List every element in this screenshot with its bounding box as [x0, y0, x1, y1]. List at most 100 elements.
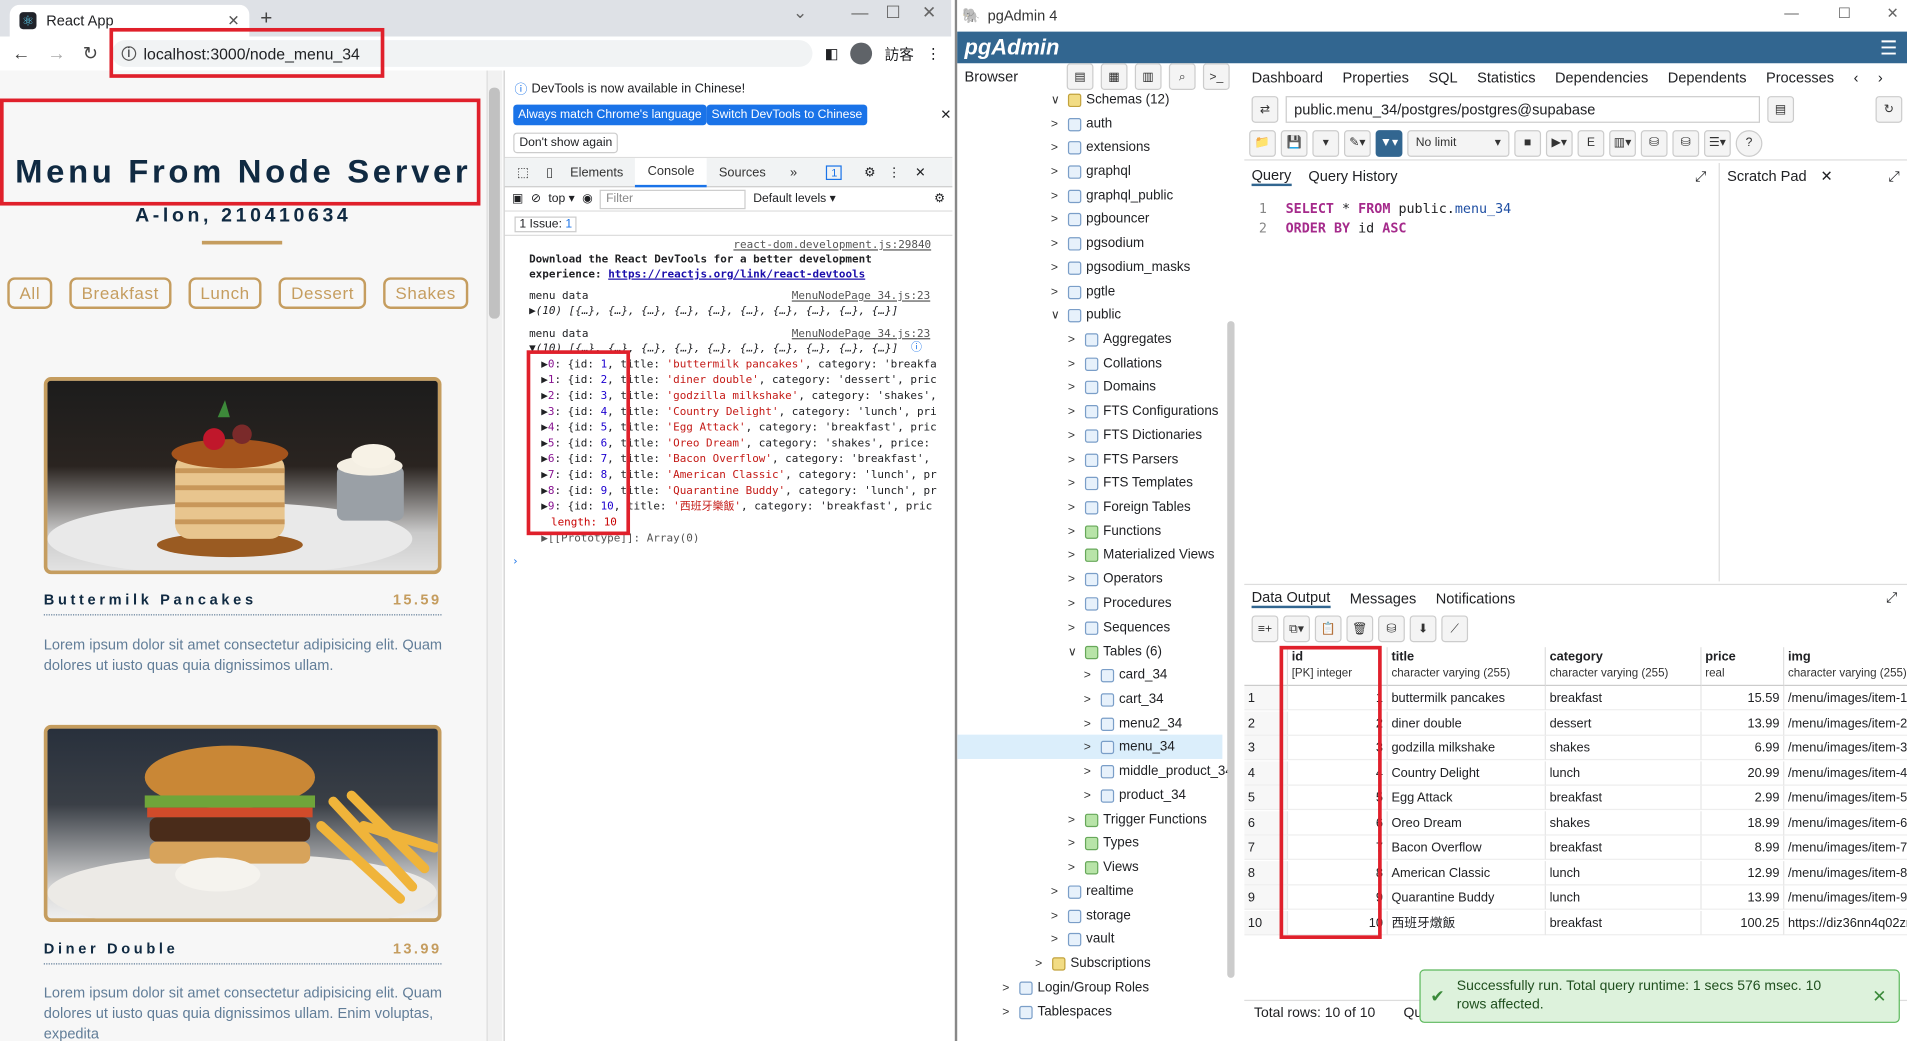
tree-node[interactable]: > menu2_34: [1084, 713, 1183, 735]
page-scroll-thumb[interactable]: [488, 87, 500, 319]
paste-icon[interactable]: 📋: [1314, 615, 1342, 643]
console-prompt[interactable]: ›: [512, 555, 519, 571]
grid-cell[interactable]: /menu/images/item-4.: [1784, 761, 1907, 786]
tab-query-history[interactable]: Query History: [1308, 168, 1397, 185]
tree-node[interactable]: > Materialized Views: [1068, 544, 1215, 566]
console-array-row[interactable]: ▶1: {id: 2, title: 'diner double', categ…: [541, 373, 936, 389]
commit-icon[interactable]: ⛁: [1640, 129, 1668, 157]
chevron-right-icon[interactable]: >: [1035, 957, 1047, 970]
tree-node[interactable]: > Views: [1068, 856, 1139, 878]
tree-node[interactable]: > storage: [1051, 905, 1131, 927]
tree-node[interactable]: > extensions: [1051, 136, 1150, 158]
grid-cell[interactable]: 18.99: [1701, 810, 1785, 835]
chevron-right-icon[interactable]: >: [1068, 380, 1080, 393]
filter-icon[interactable]: ▼▾: [1375, 129, 1403, 157]
tree-node[interactable]: > cart_34: [1084, 688, 1164, 710]
expand-icon[interactable]: ⤢: [1888, 168, 1900, 186]
console-array-row[interactable]: ▶5: {id: 6, title: 'Oreo Dream', categor…: [541, 437, 930, 453]
tab-notifications[interactable]: Notifications: [1436, 589, 1516, 606]
help-icon[interactable]: ?: [1735, 129, 1763, 157]
explain-icon[interactable]: E: [1577, 129, 1605, 157]
chevron-right-icon[interactable]: >: [1068, 476, 1080, 489]
grid-cell[interactable]: lunch: [1545, 885, 1702, 910]
copy-icon[interactable]: ⧉▾: [1283, 615, 1310, 643]
db-icon[interactable]: ▤: [1066, 63, 1094, 91]
console-settings-icon[interactable]: ⚙: [934, 192, 945, 205]
issues-badge[interactable]: 1: [826, 164, 843, 180]
tree-node[interactable]: ∨ Tables (6): [1068, 641, 1162, 663]
filter-shakes-button[interactable]: Shakes: [383, 277, 469, 309]
prototype-row[interactable]: ▶[[Prototype]]: Array(0): [541, 532, 699, 548]
grid-cell[interactable]: Egg Attack: [1387, 785, 1546, 811]
grid-cell[interactable]: 15.59: [1701, 685, 1785, 711]
console-array-row[interactable]: ▶8: {id: 9, title: 'Quarantine Buddy', c…: [541, 484, 936, 500]
grid-cell[interactable]: lunch: [1545, 860, 1702, 885]
tab-data-output[interactable]: Data Output: [1251, 588, 1331, 608]
grid-cell[interactable]: 2: [1288, 710, 1388, 736]
grid-cell[interactable]: 7: [1288, 835, 1388, 860]
chevron-down-icon[interactable]: ∨: [1068, 645, 1080, 658]
chevron-right-icon[interactable]: >: [1051, 189, 1063, 202]
source-link[interactable]: MenuNodePage 34.js:23: [792, 327, 930, 343]
terminal-icon[interactable]: >_: [1202, 63, 1230, 91]
forward-icon[interactable]: →: [47, 43, 65, 64]
chevron-right-icon[interactable]: >: [1068, 813, 1080, 826]
tree-node[interactable]: > Sequences: [1068, 617, 1170, 639]
grid-cell[interactable]: /menu/images/item-7.: [1784, 836, 1907, 860]
chevron-right-icon[interactable]: >: [1051, 885, 1063, 898]
grid-cell[interactable]: /menu/images/item-8.: [1784, 861, 1907, 885]
grid-cell[interactable]: 20.99: [1701, 760, 1785, 786]
grid-cell[interactable]: /menu/images/item-6.: [1784, 811, 1907, 835]
chevron-right-icon[interactable]: >: [1084, 789, 1096, 802]
row-number[interactable]: 5: [1244, 785, 1289, 811]
search-icon[interactable]: ⌕: [1168, 63, 1196, 91]
tab-console[interactable]: Console: [635, 157, 707, 187]
tree-node[interactable]: > pgbouncer: [1051, 208, 1150, 230]
reload-icon[interactable]: ↻: [83, 43, 98, 65]
tab-dependents[interactable]: Dependents: [1668, 69, 1747, 86]
chevron-right-icon[interactable]: >: [1084, 764, 1096, 777]
grid-cell[interactable]: /menu/images/item-2.: [1784, 711, 1907, 736]
edit-icon[interactable]: ✎▾: [1344, 129, 1371, 157]
column-header[interactable]: id [PK] integer: [1288, 647, 1388, 686]
chevron-right-icon[interactable]: >: [1051, 165, 1063, 178]
chevron-right-icon[interactable]: >: [1051, 237, 1063, 250]
grid-cell[interactable]: dessert: [1545, 710, 1702, 736]
sidebar-icon[interactable]: ◧: [825, 45, 839, 62]
limit-select[interactable]: No limit ▾: [1407, 129, 1510, 157]
grid-cell[interactable]: shakes: [1545, 735, 1702, 761]
tree-node[interactable]: > Types: [1068, 832, 1139, 854]
inspect-icon[interactable]: ⬚: [505, 158, 541, 187]
grid-cell[interactable]: Oreo Dream: [1387, 810, 1546, 835]
tab-sources[interactable]: Sources: [707, 158, 778, 187]
tree-node[interactable]: > Functions: [1068, 521, 1161, 543]
chevron-right-icon[interactable]: >: [1051, 212, 1063, 225]
tab-search-icon[interactable]: ⌄: [793, 2, 807, 23]
grid-cell[interactable]: 100.25: [1701, 910, 1785, 935]
chevron-right-icon[interactable]: >: [1084, 740, 1096, 753]
console-array-row[interactable]: ▶3: {id: 4, title: 'Country Delight', ca…: [541, 405, 936, 421]
column-header[interactable]: img character varying (255): [1784, 647, 1907, 686]
tree-node[interactable]: > auth: [1051, 113, 1112, 135]
column-header[interactable]: price real: [1701, 647, 1785, 686]
grid-cell[interactable]: 西班牙燉飯: [1387, 910, 1546, 935]
tree-node[interactable]: > realtime: [1051, 881, 1134, 903]
expand-icon[interactable]: ⤢: [1695, 167, 1707, 185]
tree-node[interactable]: > Tablespaces: [1002, 1001, 1112, 1023]
info-icon[interactable]: i: [121, 46, 137, 61]
tab-messages[interactable]: Messages: [1350, 589, 1417, 606]
tree-node[interactable]: > Collations: [1068, 353, 1162, 375]
chevron-right-icon[interactable]: ›: [1878, 69, 1883, 86]
filter-dessert-button[interactable]: Dessert: [278, 277, 367, 309]
browser-tab[interactable]: ⚛ React App ✕: [9, 4, 250, 37]
save-data-icon[interactable]: ⛁: [1378, 615, 1405, 643]
tree-node[interactable]: > pgtle: [1051, 281, 1115, 303]
grid-cell[interactable]: shakes: [1545, 810, 1702, 835]
grid-cell[interactable]: /menu/images/item-9.: [1784, 885, 1907, 910]
tab-query[interactable]: Query: [1251, 167, 1292, 187]
close-tab-icon[interactable]: ✕: [227, 12, 239, 29]
chevron-right-icon[interactable]: >: [1068, 333, 1080, 346]
chevron-right-icon[interactable]: >: [1068, 404, 1080, 417]
row-number[interactable]: 8: [1244, 860, 1289, 885]
close-toast-icon[interactable]: ✕: [1872, 986, 1886, 1005]
